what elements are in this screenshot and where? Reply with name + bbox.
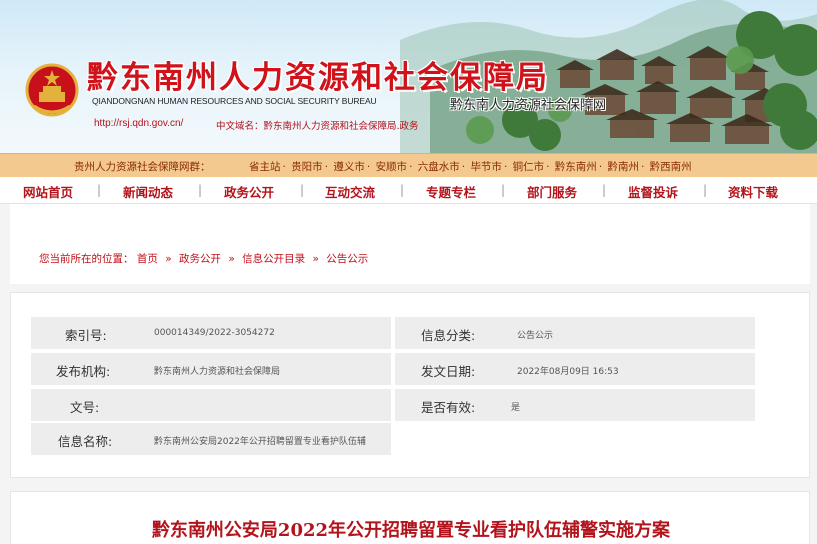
- city-link-provincial[interactable]: 省主站: [249, 161, 281, 173]
- category-value: 公告公示: [517, 331, 554, 341]
- nav-separator: |: [300, 183, 305, 197]
- nav-separator: |: [602, 183, 607, 197]
- nav-separator: |: [501, 183, 506, 197]
- city-link-zunyi[interactable]: 遵义市: [333, 161, 365, 173]
- city-link-tongren[interactable]: 铜仁市: [513, 161, 545, 173]
- nav-home[interactable]: 网站首页: [23, 182, 73, 201]
- site-banner: 黔东南州人力资源和社会保障局 QIANDONGNAN HUMAN RESOURC…: [0, 0, 817, 153]
- publisher-label: 发布机构:: [56, 364, 111, 379]
- nav-services[interactable]: 部门服务: [527, 182, 577, 201]
- city-link-bijie[interactable]: 毕节市: [470, 161, 502, 173]
- nav-interaction[interactable]: 互动交流: [325, 182, 375, 201]
- site-title-english: QIANDONGNAN HUMAN RESOURCES AND SOCIAL S…: [92, 96, 377, 106]
- breadcrumb: 您当前所在的位置： 首页 » 政务公开 » 信息公开目录 » 公告公示: [39, 251, 368, 266]
- nav-downloads[interactable]: 资料下载: [728, 182, 778, 201]
- breadcrumb-arrow: »: [228, 253, 235, 265]
- national-emblem-icon: [25, 63, 79, 117]
- breadcrumb-lead: 您当前所在的位置：: [39, 253, 134, 265]
- nav-separator: |: [198, 183, 203, 197]
- city-network-links: 省主站 · 贵阳市 · 遵义市 · 安顺市 · 六盘水市 · 毕节市 · 铜仁市 · 黔东南州…: [249, 161, 692, 173]
- network-title: 黔东南人力资源社会保障网: [450, 98, 607, 113]
- city-link-liupanshui[interactable]: 六盘水市: [418, 161, 460, 173]
- nav-topics[interactable]: 专题专栏: [426, 182, 476, 201]
- date-label: 发文日期:: [421, 364, 476, 379]
- page: 黔东南州人力资源和社会保障局 QIANDONGNAN HUMAN RESOURC…: [0, 0, 817, 544]
- nav-gov-affairs[interactable]: 政务公开: [224, 182, 274, 201]
- breadcrumb-catalog[interactable]: 信息公开目录: [242, 253, 305, 265]
- article-title: 黔东南州公安局2022年公开招聘留置专业看护队伍辅警实施方案: [151, 520, 671, 541]
- breadcrumb-home[interactable]: 首页: [137, 253, 158, 265]
- site-url-link[interactable]: http://rsj.qdn.gov.cn/: [94, 118, 183, 129]
- city-network-label: 贵州人力资源社会保障网群：: [74, 161, 211, 173]
- breadcrumb-arrow: »: [312, 253, 319, 265]
- article-panel: 黔东南州公安局2022年公开招聘留置专业看护队伍辅警实施方案: [10, 491, 810, 544]
- nav-news[interactable]: 新闻动态: [123, 182, 173, 201]
- breadcrumb-announcements[interactable]: 公告公示: [326, 253, 368, 265]
- breadcrumb-arrow: »: [165, 253, 172, 265]
- site-title: 黔东南州人力资源和社会保障局: [87, 60, 549, 96]
- valid-label: 是否有效:: [421, 400, 476, 415]
- chinese-domain-link[interactable]: 中文域名：黔东南州人力资源和社会保障局.政务: [216, 118, 419, 132]
- category-label: 信息分类:: [421, 328, 476, 343]
- valid-value: 是: [511, 403, 521, 413]
- nav-separator: |: [97, 183, 102, 197]
- docno-label: 文号:: [70, 400, 100, 415]
- nav-complaints[interactable]: 监督投诉: [628, 182, 678, 201]
- info-metadata-table: 索引号: 000014349/2022-3054272 信息分类: 公告公示 发…: [10, 292, 810, 478]
- index-label: 索引号:: [65, 328, 107, 343]
- nav-separator: |: [703, 183, 708, 197]
- publisher-value: 黔东南州人力资源和社会保障局: [154, 367, 281, 377]
- date-value: 2022年08月09日 16:53: [517, 367, 619, 377]
- breadcrumb-gov-affairs[interactable]: 政务公开: [179, 253, 221, 265]
- city-link-qiannan[interactable]: 黔南州: [608, 161, 640, 173]
- city-link-anshun[interactable]: 安顺市: [376, 161, 408, 173]
- city-link-qianxinan[interactable]: 黔西南州: [650, 161, 692, 173]
- breadcrumb-panel: 您当前所在的位置： 首页 » 政务公开 » 信息公开目录 » 公告公示: [10, 204, 810, 284]
- city-network-bar: 贵州人力资源社会保障网群： 省主站 · 贵阳市 · 遵义市 · 安顺市 · 六盘水市 · …: [0, 153, 817, 177]
- nav-separator: |: [400, 183, 405, 197]
- name-value: 黔东南州公安局2022年公开招聘留置专业看护队伍辅: [154, 437, 366, 447]
- name-label: 信息名称:: [58, 434, 113, 449]
- index-value: 000014349/2022-3054272: [154, 328, 275, 338]
- city-link-qiandongnan[interactable]: 黔东南州: [555, 161, 597, 173]
- city-link-guiyang[interactable]: 贵阳市: [291, 161, 323, 173]
- main-nav: 网站首页 | 新闻动态 | 政务公开 | 互动交流 | 专题专栏 | 部门服务 …: [0, 177, 817, 204]
